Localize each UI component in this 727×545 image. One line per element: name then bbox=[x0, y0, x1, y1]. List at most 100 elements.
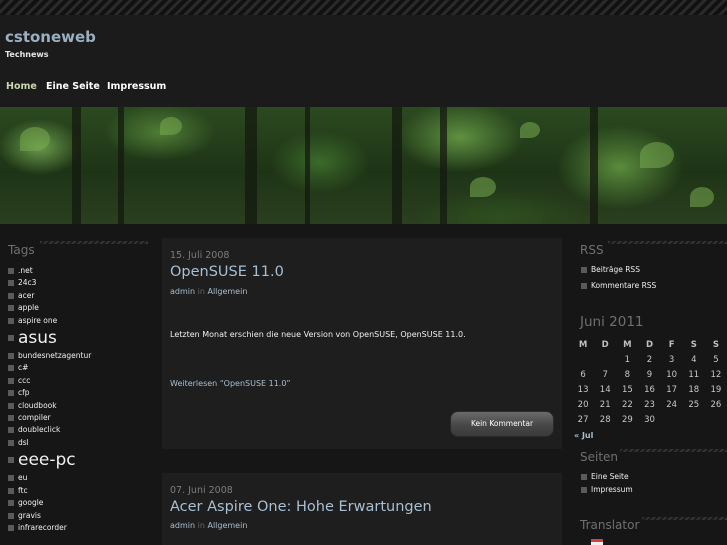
post-category[interactable]: Allgemein bbox=[207, 287, 247, 296]
post-meta-in: in bbox=[197, 287, 205, 296]
tag-link[interactable]: bundesnetzagentur bbox=[8, 350, 148, 362]
nav-item-home[interactable]: Home bbox=[6, 81, 37, 92]
translator-heading: Translator bbox=[580, 518, 640, 532]
rss-heading: RSS bbox=[580, 243, 604, 257]
rss-links: Beiträge RSS Kommentare RSS bbox=[581, 264, 727, 292]
calendar-day: 25 bbox=[688, 399, 700, 410]
calendar-day: 19 bbox=[710, 384, 722, 395]
post-date: 15. Juli 2008 bbox=[170, 250, 230, 261]
nav-item-eine-seite[interactable]: Eine Seite bbox=[46, 81, 100, 92]
pages-heading: Seiten bbox=[580, 450, 619, 464]
calendar-day: 6 bbox=[580, 369, 586, 380]
header: cstoneweb Technews Home Eine Seite Impre… bbox=[0, 15, 727, 108]
post-date: 07. Juni 2008 bbox=[170, 485, 233, 496]
calendar-day bbox=[705, 412, 727, 427]
tags-heading-rule bbox=[40, 241, 148, 244]
post-meta: admin in Allgemein bbox=[170, 287, 247, 296]
rss-heading-rule bbox=[608, 241, 727, 244]
calendar-day bbox=[661, 412, 683, 427]
tags-heading: Tags bbox=[8, 243, 35, 257]
calendar-day bbox=[683, 412, 705, 427]
tag-link[interactable]: infrarecorder bbox=[8, 522, 148, 534]
translator-heading-rule bbox=[642, 517, 727, 520]
post-author[interactable]: admin bbox=[170, 287, 195, 296]
page-link-eine-seite[interactable]: Eine Seite bbox=[581, 471, 727, 483]
rss-posts-link[interactable]: Beiträge RSS bbox=[581, 264, 727, 276]
calendar-day bbox=[594, 352, 616, 367]
tag-link[interactable]: c# bbox=[8, 362, 148, 374]
tag-link[interactable]: .net bbox=[8, 265, 148, 277]
tag-link[interactable]: eu bbox=[8, 472, 148, 484]
weekday: S bbox=[690, 339, 697, 350]
calendar-day: 15 bbox=[621, 384, 633, 395]
rss-comments-link[interactable]: Kommentare RSS bbox=[581, 280, 727, 292]
post-meta: admin in Allgemein bbox=[170, 521, 247, 530]
calendar-prev-link[interactable]: « Jul bbox=[574, 431, 593, 440]
tag-link[interactable]: apple bbox=[8, 302, 148, 314]
calendar-day: 27 bbox=[577, 414, 589, 425]
calendar-day: 10 bbox=[666, 369, 678, 380]
calendar: M D M D F S S 1 2 3 4 5 6 7 8 9 10 11 12… bbox=[572, 337, 727, 427]
post-category[interactable]: Allgemein bbox=[207, 521, 247, 530]
tag-link[interactable]: cloudbook bbox=[8, 400, 148, 412]
calendar-day: 3 bbox=[668, 354, 675, 365]
tag-link[interactable]: ftc bbox=[8, 485, 148, 497]
site-description: Technews bbox=[5, 50, 49, 59]
calendar-day: 28 bbox=[599, 414, 611, 425]
post-card: 07. Juni 2008 Acer Aspire One: Hohe Erwa… bbox=[162, 473, 562, 545]
calendar-day: 5 bbox=[713, 354, 719, 365]
read-more-link[interactable]: Weiterlesen “OpenSUSE 11.0” bbox=[170, 379, 291, 388]
tag-link[interactable]: gravis bbox=[8, 510, 148, 522]
post-title[interactable]: OpenSUSE 11.0 bbox=[170, 264, 284, 280]
post-meta-in: in bbox=[197, 521, 205, 530]
weekday: D bbox=[601, 339, 609, 350]
post-author[interactable]: admin bbox=[170, 521, 195, 530]
calendar-day: 1 bbox=[624, 354, 631, 365]
calendar-day: 30 bbox=[644, 414, 655, 425]
calendar-day: 13 bbox=[577, 384, 589, 395]
calendar-day: 29 bbox=[621, 414, 633, 425]
tag-link[interactable]: eee-pc bbox=[8, 449, 148, 472]
weekday: D bbox=[645, 339, 654, 350]
weekday: M bbox=[623, 339, 632, 350]
pages-links: Eine Seite Impressum bbox=[581, 471, 727, 496]
calendar-day: 14 bbox=[599, 384, 611, 395]
tag-link[interactable]: doubleclick bbox=[8, 424, 148, 436]
calendar-day bbox=[572, 352, 594, 367]
tag-link[interactable]: ccc bbox=[8, 375, 148, 387]
tag-link[interactable]: asus bbox=[8, 327, 148, 350]
tag-link[interactable]: acer bbox=[8, 290, 148, 302]
calendar-day: 22 bbox=[621, 399, 633, 410]
site-title[interactable]: cstoneweb bbox=[5, 28, 96, 46]
comment-button[interactable]: Kein Kommentar bbox=[450, 411, 554, 437]
tag-link[interactable]: google bbox=[8, 497, 148, 509]
calendar-day: 21 bbox=[599, 399, 611, 410]
tag-link[interactable]: compiler bbox=[8, 412, 148, 424]
calendar-day: 11 bbox=[688, 369, 700, 380]
post-excerpt: Letzten Monat erschien die neue Version … bbox=[170, 330, 466, 339]
calendar-day: 16 bbox=[644, 384, 655, 395]
calendar-day: 23 bbox=[644, 399, 655, 410]
nav-item-impressum[interactable]: Impressum bbox=[107, 81, 166, 92]
weekday: F bbox=[668, 339, 675, 350]
calendar-day: 9 bbox=[646, 369, 653, 380]
weekday: S bbox=[712, 339, 719, 350]
weekday: M bbox=[578, 339, 588, 350]
tag-link[interactable]: cfp bbox=[8, 387, 148, 399]
tag-link[interactable]: 24c3 bbox=[8, 277, 148, 289]
calendar-heading: Juni 2011 bbox=[580, 314, 644, 330]
calendar-day: 8 bbox=[624, 369, 631, 380]
post-card: 15. Juli 2008 OpenSUSE 11.0 admin in All… bbox=[162, 238, 562, 449]
pages-heading-rule bbox=[620, 449, 727, 452]
tag-link[interactable]: aspire one bbox=[8, 315, 148, 327]
top-stripe bbox=[0, 0, 727, 15]
calendar-day: 4 bbox=[691, 354, 697, 365]
page-link-impressum[interactable]: Impressum bbox=[581, 484, 727, 496]
calendar-day: 24 bbox=[666, 399, 678, 410]
calendar-day: 7 bbox=[602, 369, 608, 380]
calendar-day: 20 bbox=[577, 399, 589, 410]
flag-icon[interactable] bbox=[591, 539, 603, 545]
post-title[interactable]: Acer Aspire One: Hohe Erwartungen bbox=[170, 499, 432, 515]
tag-link[interactable]: dsl bbox=[8, 437, 148, 449]
calendar-day: 2 bbox=[646, 354, 653, 365]
